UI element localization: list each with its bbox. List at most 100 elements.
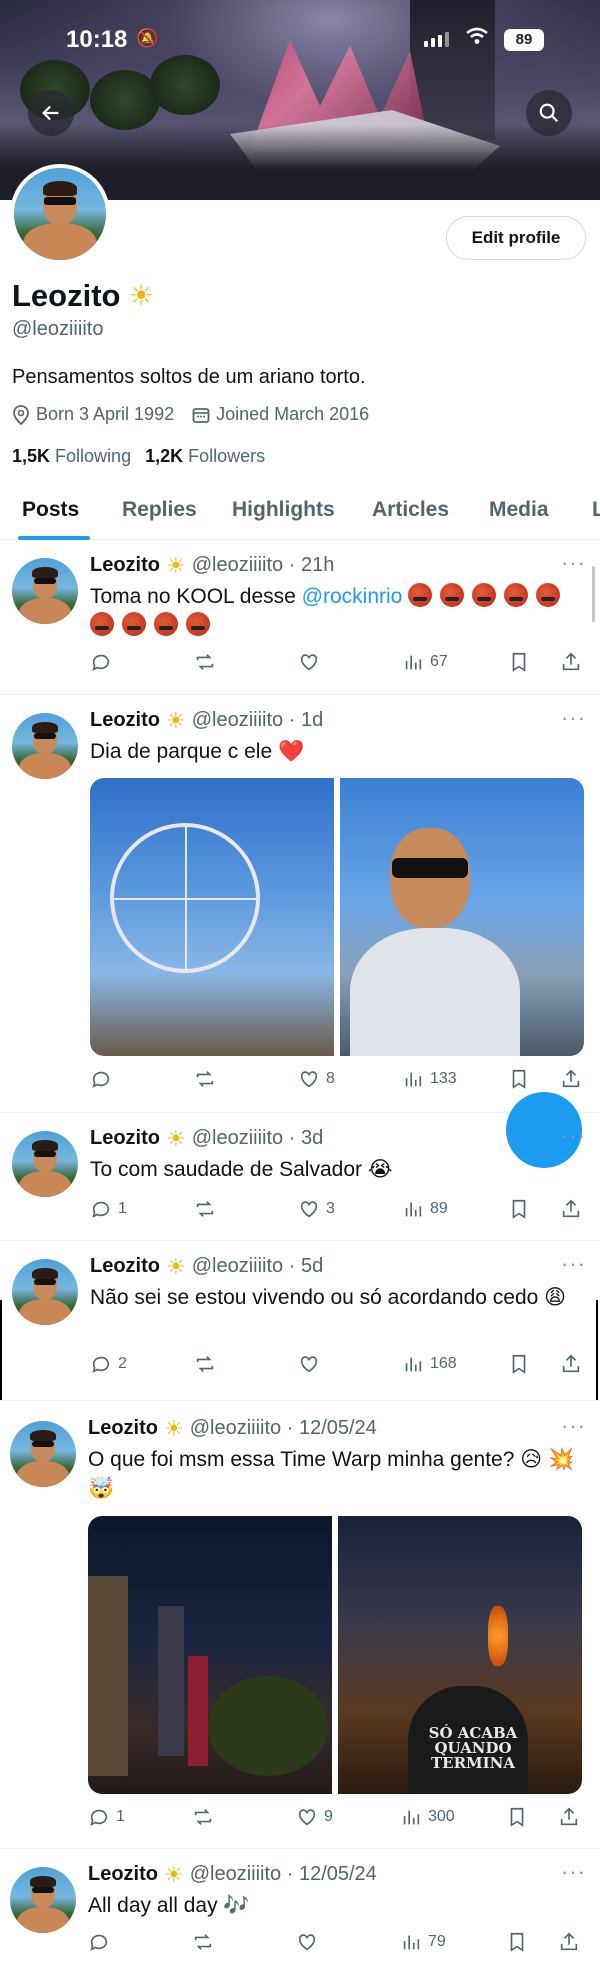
post-author[interactable]: Leozito [90,1255,160,1278]
like-button[interactable] [296,1931,324,1953]
post-author[interactable]: Leozito [88,1863,158,1886]
rage-emoji-icon [408,583,433,607]
views-button[interactable]: 168 [402,1353,457,1375]
views-button[interactable]: 133 [402,1068,457,1090]
bookmark-button[interactable] [508,1068,530,1090]
post-item[interactable]: Leozito ☀ @leoziiiito · 3d ··· To com sa… [0,1113,600,1241]
festival-crowd-photo[interactable]: SÓ ACABA QUANDO TERMINA [338,1516,582,1794]
repost-button[interactable] [192,1931,214,1953]
followers-link[interactable]: 1,2K Followers [145,446,265,467]
views-button[interactable]: 67 [402,651,448,673]
views-button[interactable]: 89 [402,1198,448,1220]
post-item[interactable]: Leozito ☀ @leoziiiito · 12/05/24 ··· O q… [0,1401,600,1849]
post-media[interactable] [90,778,584,1056]
share-button[interactable] [560,1198,582,1220]
post-item[interactable]: Leozito ☀ @leoziiiito · 12/05/24 ··· All… [0,1849,600,1976]
post-avatar[interactable] [10,1867,76,1933]
reply-icon [92,1201,110,1218]
back-arrow-icon [42,105,59,121]
mention-link[interactable]: @rockinrio [302,585,403,608]
rage-emoji-icon [186,612,210,636]
views-button[interactable]: 79 [400,1931,446,1953]
repost-button[interactable] [194,1353,216,1375]
selfie-photo[interactable] [340,778,584,1056]
share-button[interactable] [560,1068,582,1090]
share-button[interactable] [558,1806,580,1828]
more-options-icon[interactable]: ··· [561,550,586,576]
post-item[interactable]: Leozito ☀ @leoziiiito · 5d ··· Não sei s… [0,1241,600,1401]
display-name-text: Leozito [12,278,121,313]
more-options-icon[interactable]: ··· [561,1123,586,1149]
rage-emoji-icon [504,583,529,607]
like-button[interactable] [298,1353,326,1375]
like-button[interactable] [298,651,326,673]
following-link[interactable]: 1,5K Following [12,446,131,467]
repost-button[interactable] [194,1068,216,1090]
reply-button[interactable] [90,651,118,673]
rage-emoji-icon [90,612,114,636]
views-chart-icon [405,1072,422,1087]
share-button[interactable] [558,1931,580,1953]
scrollbar[interactable] [592,566,595,622]
city-night-photo[interactable] [88,1516,332,1794]
post-author[interactable]: Leozito [90,1127,160,1150]
like-button[interactable]: 3 [298,1198,335,1220]
post-author[interactable]: Leozito [90,709,160,732]
tab-highlights[interactable]: Highlights [232,498,335,522]
more-options-icon[interactable]: ··· [561,705,586,731]
more-options-icon[interactable]: ··· [561,1859,586,1885]
post-avatar[interactable] [12,1131,78,1197]
birthday-info: Born 3 April 1992 [12,404,174,425]
share-button[interactable] [560,651,582,673]
views-button[interactable]: 300 [400,1806,455,1828]
wifi-icon [466,27,488,51]
search-button[interactable] [526,90,572,136]
back-button[interactable] [28,90,74,136]
post-avatar[interactable] [12,1259,78,1325]
bookmark-icon [512,1354,526,1374]
bookmark-button[interactable] [506,1806,528,1828]
bookmark-button[interactable] [508,1353,530,1375]
bookmark-button[interactable] [506,1931,528,1953]
post-actions: 79 [88,1931,588,1961]
reply-button[interactable]: 1 [88,1806,125,1828]
reply-button[interactable]: 2 [90,1353,127,1375]
post-meta: @leoziiiito · 12/05/24 [189,1417,377,1439]
reply-button[interactable]: 1 [90,1198,127,1220]
ferris-wheel-photo[interactable] [90,778,334,1056]
post-actions: 1 3 89 [90,1198,590,1228]
post-author[interactable]: Leozito [88,1417,158,1440]
post-avatar[interactable] [12,558,78,624]
more-options-icon[interactable]: ··· [561,1251,586,1277]
like-button[interactable]: 8 [298,1068,335,1090]
post-avatar[interactable] [12,713,78,779]
tab-posts[interactable]: Posts [22,498,79,522]
reply-button[interactable] [90,1068,118,1090]
tab-likes[interactable]: L [592,498,600,522]
repost-button[interactable] [194,651,216,673]
tab-articles[interactable]: Articles [372,498,449,522]
bookmark-button[interactable] [508,1198,530,1220]
reply-icon [92,1071,110,1088]
reply-icon [92,654,110,671]
reply-button[interactable] [88,1931,116,1953]
edit-profile-button[interactable]: Edit profile [446,216,586,260]
post-item[interactable]: Leozito ☀ @leoziiiito · 21h ··· Toma no … [0,540,600,695]
like-button[interactable]: 9 [296,1806,333,1828]
tab-replies[interactable]: Replies [122,498,197,522]
post-avatar[interactable] [10,1421,76,1487]
bookmark-button[interactable] [508,651,530,673]
post-item[interactable]: Leozito ☀ @leoziiiito · 1d ··· Dia de pa… [0,695,600,1113]
rage-emoji-icon [122,612,146,636]
reply-icon [90,1934,108,1951]
profile-avatar[interactable] [10,164,110,264]
more-options-icon[interactable]: ··· [561,1413,586,1439]
post-author[interactable]: Leozito [90,554,160,577]
repost-button[interactable] [194,1198,216,1220]
frame-edge-left [0,1300,2,1400]
tab-media[interactable]: Media [489,498,549,522]
shirt-print-text: SÓ ACABA QUANDO TERMINA [428,1724,518,1772]
post-media[interactable]: SÓ ACABA QUANDO TERMINA [88,1516,582,1794]
repost-button[interactable] [192,1806,214,1828]
share-button[interactable] [560,1353,582,1375]
